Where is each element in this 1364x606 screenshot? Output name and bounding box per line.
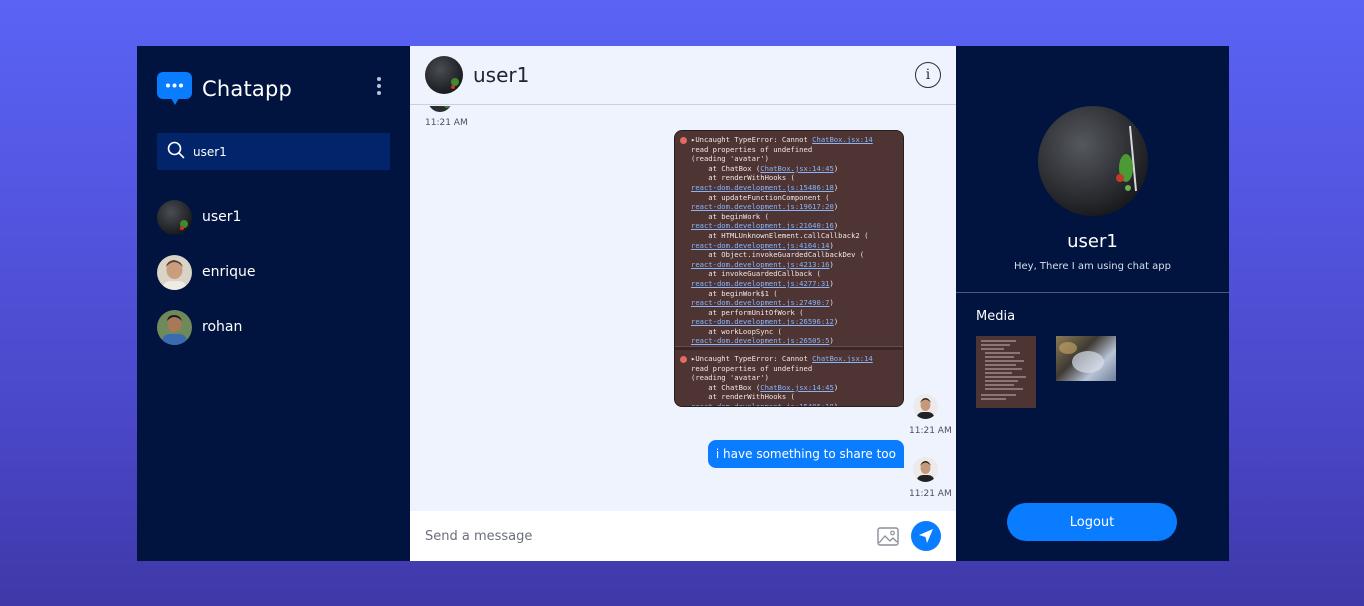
image-message[interactable]: ▸Uncaught TypeError: Cannot ChatBox.jsx:… <box>674 130 904 407</box>
media-heading: Media <box>976 309 1016 324</box>
error-line: at invokeGuardedCallback ( <box>691 269 821 279</box>
error-line: at renderWithHooks ( <box>691 173 795 183</box>
search-icon <box>167 141 185 163</box>
error-line: at beginWork ( <box>691 211 769 221</box>
contact-item-rohan[interactable]: rohan <box>157 309 397 345</box>
error-line: at renderWithHooks ( <box>691 392 795 402</box>
source-link[interactable]: ChatBox.jsx:14 <box>812 135 873 144</box>
image-upload-icon[interactable] <box>876 524 900 548</box>
error-line: react-dom.development.js:4213:16) <box>691 259 834 269</box>
profile-avatar <box>1038 106 1148 216</box>
error-line: read properties of undefined <box>691 144 813 154</box>
error-line: react-dom.development.js:21640:16) <box>691 221 839 231</box>
error-line: read properties of undefined <box>691 363 813 373</box>
message-list: 11:21 AM ▸Uncaught TypeError: Cannot Cha… <box>410 106 956 511</box>
sender-avatar <box>428 106 452 112</box>
send-button[interactable] <box>911 521 941 551</box>
error-line: react-dom.development.js:27490:7) <box>691 298 834 308</box>
message-time: 11:21 AM <box>909 489 952 499</box>
search-box <box>157 133 390 170</box>
error-line: react-dom.development.js:4277:31) <box>691 278 834 288</box>
error-line: (reading 'avatar') <box>691 154 769 164</box>
sender-avatar <box>913 394 938 419</box>
error-line: (reading 'avatar') <box>691 373 769 383</box>
logout-button[interactable]: Logout <box>1007 503 1177 541</box>
source-link[interactable]: ChatBox.jsx:14 <box>812 354 873 363</box>
chat-header: user1 i <box>410 46 956 105</box>
divider <box>956 292 1229 293</box>
media-thumbnail[interactable] <box>1056 336 1116 381</box>
brand: Chatapp <box>157 72 292 106</box>
message-input[interactable] <box>425 528 855 544</box>
avatar <box>157 199 192 235</box>
chat-title: user1 <box>473 63 530 87</box>
info-icon[interactable]: i <box>915 62 941 88</box>
chat-panel: user1 i 11:21 AM ▸Uncaught TypeError: Ca… <box>410 46 956 561</box>
profile-name: user1 <box>1067 231 1118 252</box>
error-line: at updateFunctionComponent ( <box>691 192 830 202</box>
contact-name: enrique <box>202 264 256 280</box>
contact-name: user1 <box>202 209 242 225</box>
contact-item-user1[interactable]: user1 <box>157 199 397 235</box>
chat-app-window: Chatapp user1 user1 enrique rohan user1 … <box>137 46 1229 561</box>
error-line: at Object.invokeGuardedCallbackDev ( <box>691 250 865 260</box>
error-line: react-dom.development.js:26505:5) <box>691 336 834 346</box>
sender-avatar <box>913 457 938 482</box>
error-line: at beginWork$1 ( <box>691 288 778 298</box>
error-line: at workLoopSync ( <box>691 326 782 336</box>
contact-name: rohan <box>202 319 243 335</box>
error-line: react-dom.development.js:26596:12) <box>691 317 839 327</box>
message-time: 11:21 AM <box>425 118 468 128</box>
media-thumbnail[interactable] <box>976 336 1036 408</box>
message-time: 11:21 AM <box>909 426 952 436</box>
error-icon <box>680 356 687 364</box>
error-line: react-dom.development.js:19617:20) <box>691 202 839 212</box>
sidebar: Chatapp user1 user1 enrique rohan <box>137 46 410 561</box>
error-line: react-dom.development.js:15486:18) <box>691 182 839 192</box>
contact-item-enrique[interactable]: enrique <box>157 254 397 290</box>
error-text-block: ▸Uncaught TypeError: Cannot ChatBox.jsx:… <box>675 350 903 407</box>
contact-list: user1 enrique rohan <box>157 199 397 364</box>
more-options-icon[interactable] <box>376 77 382 95</box>
search-input[interactable] <box>193 144 383 159</box>
error-text-block: ▸Uncaught TypeError: Cannot ChatBox.jsx:… <box>675 131 903 346</box>
error-line: at HTMLUnknownElement.callCallback2 ( <box>691 230 869 240</box>
message-bubble: i have something to share too <box>707 440 904 468</box>
error-icon <box>680 137 687 144</box>
error-line: react-dom.development.js:15486:18) <box>691 402 839 407</box>
profile-status: Hey, There I am using chat app <box>1013 261 1172 272</box>
chat-header-avatar[interactable] <box>425 56 463 94</box>
error-line: at performUnitOfWork ( <box>691 307 804 317</box>
chat-bubble-logo-icon <box>157 72 192 106</box>
avatar <box>157 309 192 345</box>
error-line: ▸Uncaught TypeError: Cannot ChatBox.jsx:… <box>691 354 873 364</box>
error-line: at ChatBox (ChatBox.jsx:14:45) <box>691 382 839 392</box>
message-composer <box>410 511 956 561</box>
error-line: react-dom.development.js:4164:14) <box>691 240 834 250</box>
profile-panel: user1 Hey, There I am using chat app Med… <box>956 46 1229 561</box>
error-line: ▸Uncaught TypeError: Cannot ChatBox.jsx:… <box>691 135 873 144</box>
send-icon <box>919 529 933 543</box>
avatar <box>157 254 192 290</box>
app-name: Chatapp <box>202 77 293 101</box>
error-line: at ChatBox (ChatBox.jsx:14:45) <box>691 163 839 173</box>
